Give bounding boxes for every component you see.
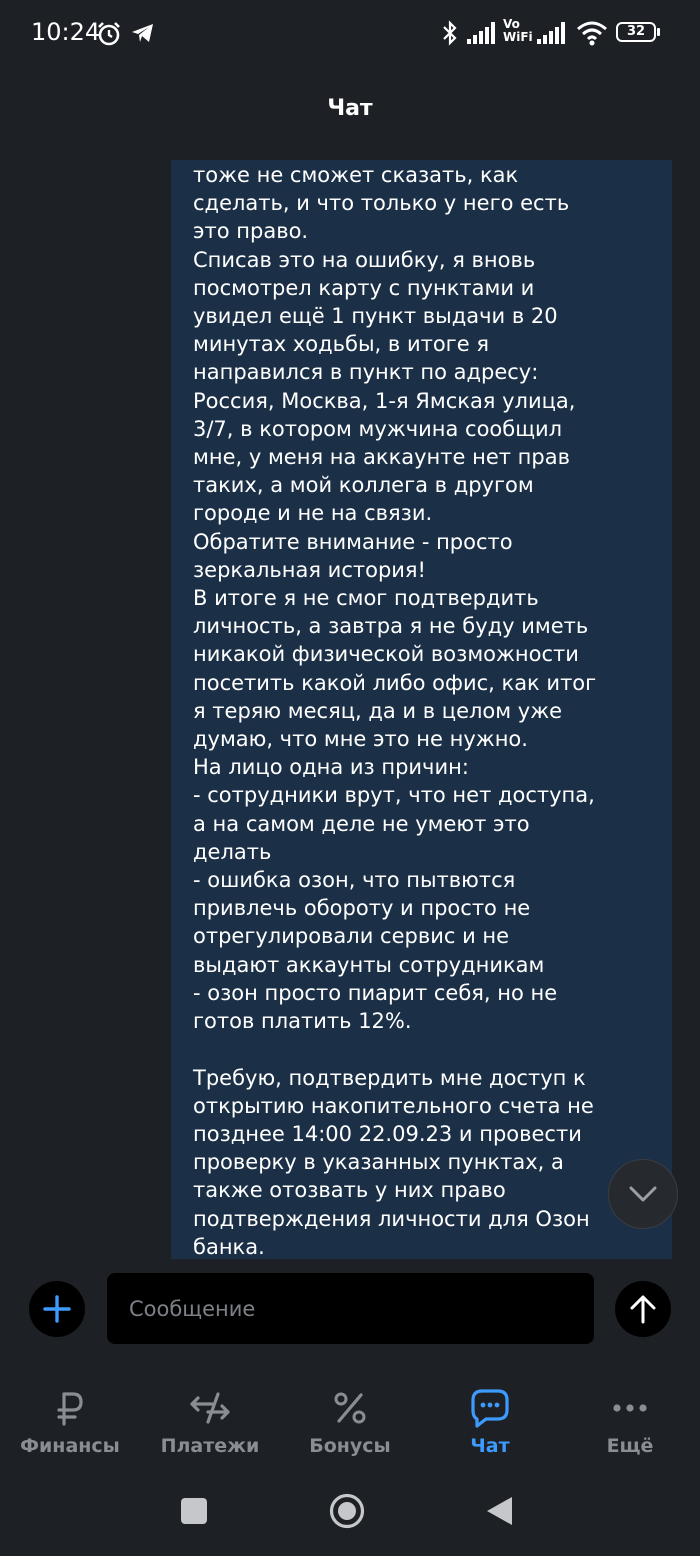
ruble-icon <box>57 1392 83 1426</box>
telegram-icon <box>132 24 153 42</box>
back-button[interactable] <box>485 1496 513 1526</box>
chevron-down-icon <box>629 1186 657 1202</box>
battery-tip <box>657 28 660 36</box>
tab-bonuses[interactable]: Бонусы <box>280 1378 420 1478</box>
tab-finances[interactable]: Финансы <box>0 1378 140 1478</box>
bottom-tab-bar: Финансы Платежи Бонусы Чат Ещё <box>0 1378 700 1478</box>
tab-label: Чат <box>470 1435 510 1457</box>
tab-label: Платежи <box>160 1435 260 1457</box>
tab-label: Ещё <box>606 1435 654 1457</box>
message-input[interactable] <box>107 1273 594 1344</box>
chat-icon <box>471 1389 509 1428</box>
bluetooth-icon <box>443 20 457 46</box>
more-dots-icon <box>613 1404 647 1412</box>
recent-apps-button[interactable] <box>180 1497 208 1525</box>
page-title: Чат <box>327 96 373 121</box>
system-nav-bar <box>0 1478 700 1556</box>
message-composer <box>0 1268 700 1348</box>
alarm-icon <box>98 22 120 46</box>
tab-label: Финансы <box>20 1435 120 1457</box>
transfer-arrows-icon <box>190 1392 230 1424</box>
tab-payments[interactable]: Платежи <box>140 1378 280 1478</box>
scroll-to-bottom-button[interactable] <box>608 1159 678 1229</box>
tab-chat[interactable]: Чат <box>420 1378 560 1478</box>
battery-icon: 32 <box>616 22 656 42</box>
battery-level: 32 <box>626 24 646 39</box>
message-text: тоже не сможет сказать, как сделать, и ч… <box>193 163 597 1259</box>
signal-icon-2 <box>537 22 565 44</box>
status-bar: 10:24 Vo WiFi 32 <box>0 0 700 68</box>
home-button[interactable] <box>329 1493 365 1529</box>
plus-icon <box>43 1295 71 1323</box>
arrow-up-icon <box>630 1295 656 1324</box>
attach-button[interactable] <box>29 1281 85 1337</box>
wifi-icon <box>577 21 607 46</box>
chat-message-list[interactable]: тоже не сможет сказать, как сделать, и ч… <box>0 160 700 1260</box>
percent-icon <box>334 1392 366 1424</box>
tab-more[interactable]: Ещё <box>560 1378 700 1478</box>
signal-icon <box>467 22 495 44</box>
vowifi-icon: Vo WiFi <box>503 18 539 44</box>
send-button[interactable] <box>615 1281 671 1337</box>
status-time: 10:24 <box>31 18 101 46</box>
tab-label: Бонусы <box>309 1435 391 1457</box>
outgoing-message-bubble: тоже не сможет сказать, как сделать, и ч… <box>171 160 672 1259</box>
vowifi-bottom-label: WiFi <box>503 30 533 44</box>
